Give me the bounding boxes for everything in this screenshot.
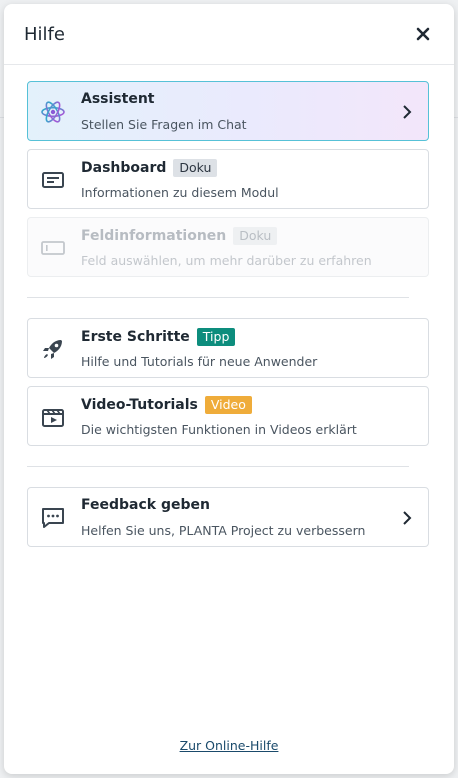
video-tutorials-card[interactable]: Video-Tutorials Video Die wichtigsten Fu… — [27, 386, 429, 446]
help-options: Assistent Stellen Sie Fragen im Chat Das… — [27, 81, 429, 555]
help-panel: Hilfe Assistent Stellen Sie Fragen im Ch… — [4, 4, 454, 774]
rocket-icon — [43, 340, 62, 359]
section-divider — [27, 466, 409, 467]
close-button[interactable] — [412, 23, 434, 45]
video-icon — [42, 409, 64, 427]
assistant-card[interactable]: Assistent Stellen Sie Fragen im Chat — [27, 81, 429, 141]
feedback-subtitle: Helfen Sie uns, PLANTA Project zu verbes… — [81, 523, 366, 538]
video-badge: Video — [204, 396, 252, 414]
dashboard-card[interactable]: Dashboard Doku Informationen zu diesem M… — [27, 149, 429, 209]
first-steps-subtitle: Hilfe und Tutorials für neue Anwender — [81, 354, 318, 369]
feedback-title: Feedback geben — [81, 497, 210, 513]
tipp-badge: Tipp — [196, 328, 236, 346]
dashboard-subtitle: Informationen zu diesem Modul — [81, 185, 279, 200]
panel-header: Hilfe — [4, 4, 454, 65]
doku-badge: Doku — [233, 227, 278, 245]
video-tutorials-title: Video-Tutorials — [81, 397, 198, 413]
chat-feedback-icon — [42, 508, 64, 528]
dashboard-icon — [42, 172, 64, 188]
assistant-subtitle: Stellen Sie Fragen im Chat — [81, 117, 247, 132]
assistant-title: Assistent — [81, 91, 155, 107]
close-icon — [416, 27, 430, 41]
field-info-card: Feldinformationen Doku Feld auswählen, u… — [27, 217, 429, 277]
chevron-right-icon — [403, 511, 412, 525]
first-steps-card[interactable]: Erste Schritte Tipp Hilfe und Tutorials … — [27, 318, 429, 378]
field-info-title: Feldinformationen — [81, 228, 227, 244]
atom-icon — [41, 101, 65, 123]
feedback-card[interactable]: Feedback geben Helfen Sie uns, PLANTA Pr… — [27, 487, 429, 547]
chevron-right-icon — [403, 105, 412, 119]
first-steps-title: Erste Schritte — [81, 329, 190, 345]
panel-title: Hilfe — [24, 23, 65, 45]
doku-badge: Doku — [173, 159, 218, 177]
field-info-subtitle: Feld auswählen, um mehr darüber zu erfah… — [81, 253, 372, 268]
video-tutorials-subtitle: Die wichtigsten Funktionen in Videos erk… — [81, 422, 357, 437]
section-divider — [27, 297, 409, 298]
dashboard-title: Dashboard — [81, 160, 167, 176]
online-help-link[interactable]: Zur Online-Hilfe — [4, 738, 454, 753]
field-icon — [41, 241, 65, 255]
